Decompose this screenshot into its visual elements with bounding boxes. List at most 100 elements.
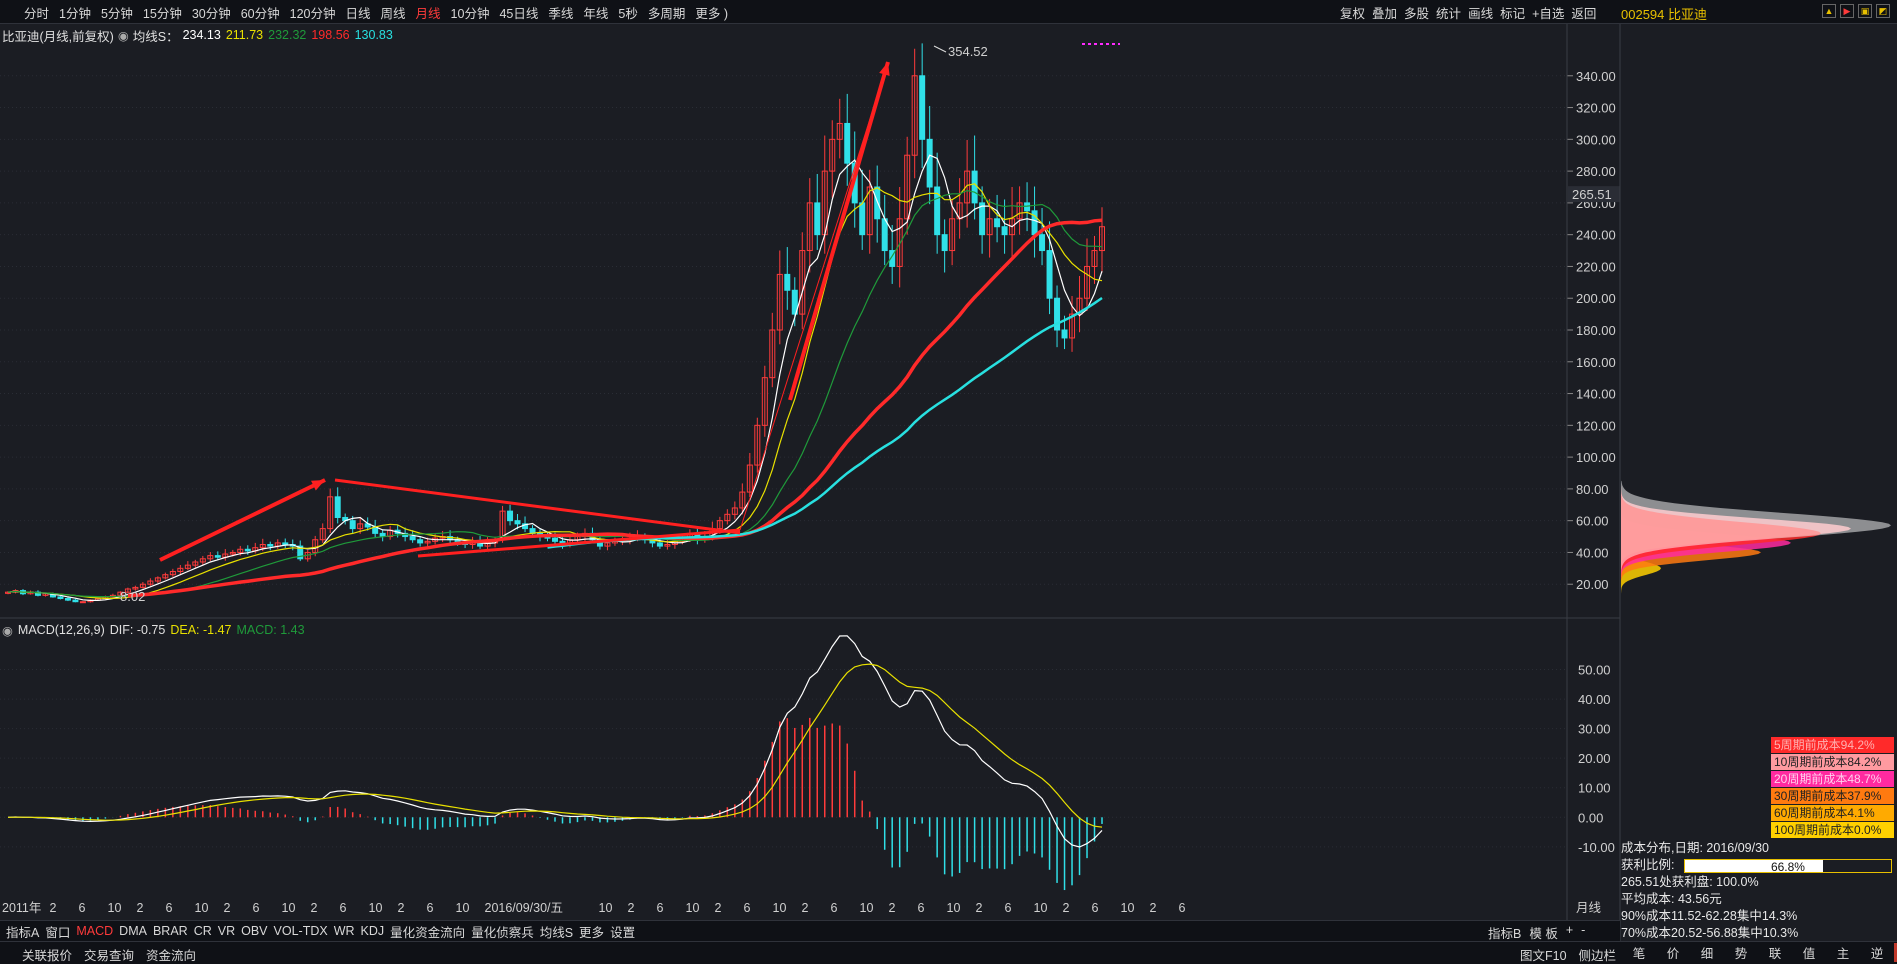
ma-value: 211.73	[225, 28, 264, 42]
time-tick-label: 2	[224, 901, 231, 915]
indicator-right-tab[interactable]: 模 板	[1529, 923, 1557, 942]
indicator-tab[interactable]: 指标A	[6, 922, 39, 941]
period-tab[interactable]: 年线	[583, 3, 608, 22]
bottom-right-tab[interactable]: 图文F10	[1520, 945, 1567, 964]
dif-value: DIF: -0.75	[109, 623, 166, 637]
indicator-tab[interactable]: 更多	[579, 922, 604, 941]
side-tab[interactable]: 价	[1656, 943, 1690, 962]
side-tab[interactable]: 细	[1690, 943, 1724, 962]
time-tick-label: 6	[340, 901, 347, 915]
period-tab[interactable]: 10分钟	[451, 3, 490, 22]
period-tab[interactable]: 1分钟	[59, 3, 91, 22]
time-tick-label: 2	[1150, 901, 1157, 915]
cost-line-2: 平均成本: 43.56元	[1621, 892, 1722, 906]
bottom-right-tab[interactable]: 侧边栏	[1579, 945, 1617, 964]
side-tab[interactable]: 逆	[1860, 943, 1894, 962]
time-axis: 2011年 2 6 10 2 6 10 2 6 10 2 6 10 2 6 10 2016/09/30/五 10 2…	[2, 901, 1602, 915]
period-tab[interactable]: 月线	[416, 3, 441, 22]
candle-body	[971, 170, 978, 204]
period-tab[interactable]: 30分钟	[192, 3, 231, 22]
side-tab[interactable]: 联	[1758, 943, 1792, 962]
period-tab[interactable]: 120分钟	[290, 3, 336, 22]
period-tab[interactable]: 日线	[346, 3, 371, 22]
indicator-tab[interactable]: 量化侦察兵	[471, 922, 534, 941]
cost-distribution	[1621, 480, 1891, 604]
bottom-tab[interactable]: 资金流向	[146, 945, 196, 964]
flag-icon[interactable]: ▲	[1822, 4, 1836, 18]
period-tab[interactable]: 60分钟	[241, 3, 280, 22]
ma-line	[547, 296, 1103, 549]
period-tab[interactable]: 45日线	[499, 3, 538, 22]
cost-legend: 5周期前成本94.2% 10周期前成本84.2% 20周期前成本48.7% 30周期前…	[1771, 737, 1894, 839]
window-icons: ▲ ▶ ▣ ◩	[1822, 4, 1894, 18]
side-tab[interactable]: 主	[1826, 943, 1860, 962]
time-tick-label: 6	[427, 901, 434, 915]
indicator-tab[interactable]: VOL-TDX	[274, 924, 328, 938]
period-tab[interactable]: 分时	[24, 3, 49, 22]
time-tick-label: 2	[1063, 901, 1070, 915]
indicator-tab[interactable]: WR	[334, 924, 355, 938]
indicator-tab[interactable]: OBV	[241, 924, 267, 938]
macd-tick-label: 50.00	[1578, 663, 1611, 678]
tool-button[interactable]: 标记	[1500, 3, 1525, 22]
tool-button[interactable]: 画线	[1468, 3, 1493, 22]
settings-icon[interactable]: ◉	[118, 28, 129, 43]
tool-button[interactable]: 多股	[1404, 3, 1429, 22]
main-grid	[0, 75, 1567, 585]
indicator-right-tab[interactable]: +	[1566, 923, 1573, 942]
low-label: 8.02	[120, 589, 145, 604]
chart-type-icon[interactable]: ▣	[1858, 4, 1872, 18]
period-tab[interactable]: 15分钟	[143, 3, 182, 22]
chart-canvas[interactable]: 20.0040.0060.0080.00100.00120.00140.0016…	[0, 0, 1897, 964]
cost-legend-item: 5周期前成本94.2%	[1771, 737, 1894, 754]
bottom-bar: 关联报价交易查询资金流向 图文F10 侧边栏 笔价细势联值主逆筹	[0, 941, 1897, 964]
bottom-tab[interactable]: 关联报价	[22, 945, 72, 964]
indicator-right-tab[interactable]: -	[1581, 923, 1585, 942]
period-label: 月线	[1576, 901, 1602, 915]
indicator-tab[interactable]: KDJ	[361, 924, 385, 938]
cost-legend-item: 10周期前成本84.2%	[1771, 754, 1894, 771]
indicator-tab[interactable]: 设置	[610, 922, 635, 941]
pin-icon[interactable]: ◩	[1876, 4, 1890, 18]
time-tick-label: 10	[108, 901, 122, 915]
tool-button[interactable]: 统计	[1436, 3, 1461, 22]
flag-red-icon[interactable]: ▶	[1840, 4, 1854, 18]
period-tab[interactable]: 5秒	[618, 3, 637, 22]
indicator-tab[interactable]: 均线S	[540, 922, 573, 941]
price-tick-label: 280.00	[1576, 164, 1616, 179]
macd-tick-label: 40.00	[1578, 692, 1611, 707]
candle-body	[784, 273, 791, 291]
tool-button[interactable]: 复权	[1340, 3, 1365, 22]
indicator-tab[interactable]: MACD	[76, 924, 113, 938]
macd-settings-icon[interactable]: ◉	[2, 623, 13, 638]
indicator-tab[interactable]: VR	[218, 924, 235, 938]
price-tick-label: 220.00	[1576, 259, 1616, 274]
period-tab[interactable]: 季线	[548, 3, 573, 22]
indicator-tab[interactable]: 量化资金流向	[390, 922, 465, 941]
macd-title: MACD(12,26,9)	[17, 623, 105, 637]
side-tab[interactable]: 势	[1724, 943, 1758, 962]
bottom-tabs: 关联报价 交易查询 资金流向	[22, 945, 208, 964]
period-tab[interactable]: 多周期	[648, 3, 686, 22]
indicator-tab[interactable]: DMA	[119, 924, 147, 938]
indicator-right-tab[interactable]: 指标B	[1488, 923, 1521, 942]
tool-button[interactable]: +自选	[1532, 3, 1564, 22]
period-tab[interactable]: 更多 )	[695, 3, 728, 22]
candle-body	[214, 555, 221, 558]
side-tab[interactable]: 笔	[1622, 943, 1656, 962]
time-tick-label: 10	[860, 901, 874, 915]
side-tab[interactable]: 值	[1792, 943, 1826, 962]
time-tick-label: 2	[889, 901, 896, 915]
period-tab[interactable]: 周线	[381, 3, 406, 22]
candle-body	[507, 510, 514, 522]
indicator-tab[interactable]: BRAR	[153, 924, 188, 938]
indicator-tab[interactable]: 窗口	[45, 922, 70, 941]
candle-body	[57, 596, 64, 600]
high-label: 354.52	[948, 44, 988, 59]
tool-button[interactable]: 返回	[1571, 3, 1596, 22]
time-tick-label: 6	[1179, 901, 1186, 915]
bottom-tab[interactable]: 交易查询	[84, 945, 134, 964]
period-tab[interactable]: 5分钟	[101, 3, 133, 22]
indicator-tab[interactable]: CR	[194, 924, 212, 938]
tool-button[interactable]: 叠加	[1372, 3, 1397, 22]
